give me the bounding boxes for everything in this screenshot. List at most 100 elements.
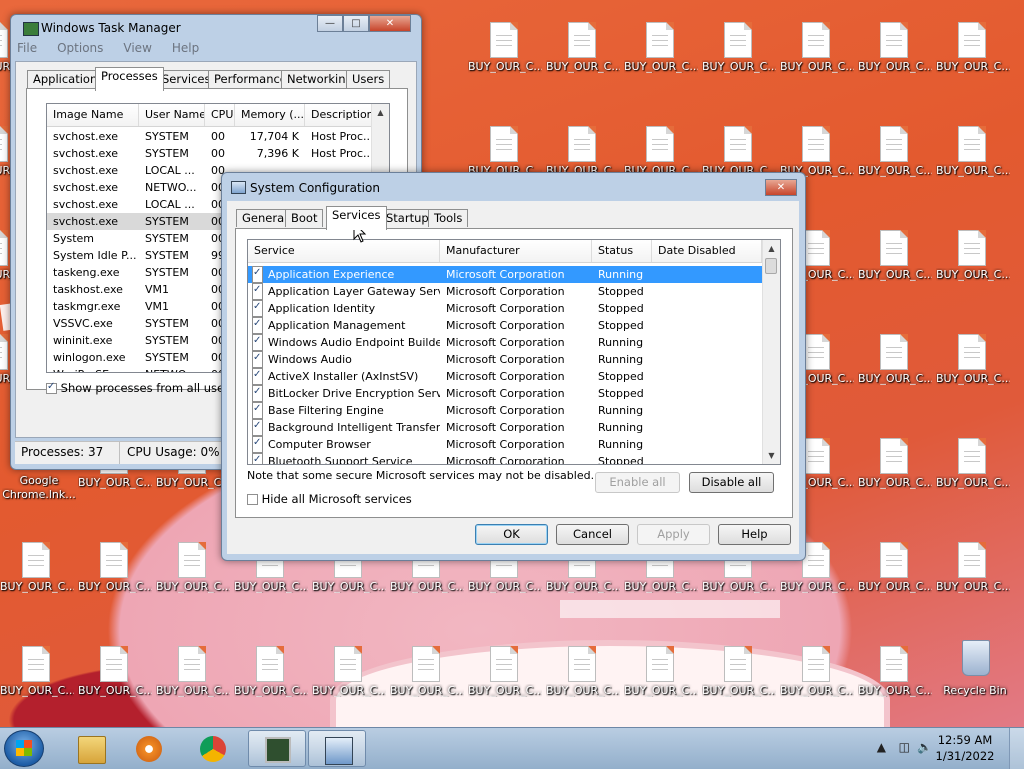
service-checkbox[interactable] (252, 317, 263, 334)
services-list[interactable]: ServiceManufacturerStatusDate Disabled A… (247, 239, 781, 465)
services-list-scrollbar[interactable]: ▲ ▼ (762, 240, 780, 464)
service-row[interactable]: Application Layer Gateway Service Microso… (248, 283, 763, 300)
service-checkbox[interactable] (252, 351, 263, 368)
desktop-file-icon[interactable]: BUY_OUR_C... (936, 114, 1010, 214)
process-row[interactable]: svchost.exe SYSTEM 00 7,396 K Host Proc... (47, 145, 374, 162)
desktop-file-icon[interactable]: BUY_OUR_C... (858, 426, 932, 526)
desktop-file-icon[interactable]: BUY_OUR_C... (546, 634, 620, 727)
desktop-file-icon[interactable]: BUY_OUR_C... (546, 10, 620, 110)
show-all-users-checkbox[interactable] (46, 381, 57, 394)
desktop-file-icon[interactable]: BUY_OUR_C... (858, 322, 932, 422)
desktop-file-icon[interactable]: BUY_OUR_C... (936, 426, 1010, 526)
menu-view[interactable]: View (123, 41, 151, 59)
taskbar-explorer[interactable] (62, 730, 120, 767)
hide-ms-services-option[interactable]: Hide all Microsoft services (247, 492, 412, 506)
taskbar-task-manager[interactable] (248, 730, 306, 767)
hide-ms-services-checkbox[interactable] (247, 494, 258, 505)
service-row[interactable]: Windows Audio Microsoft Corporation Runnin… (248, 351, 763, 368)
service-row[interactable]: Windows Audio Endpoint Builder Microsoft … (248, 334, 763, 351)
desktop-file-icon[interactable]: BUY_OUR_C... (78, 530, 152, 630)
scroll-up-icon[interactable]: ▲ (372, 104, 389, 121)
desktop-file-icon[interactable]: BUY_OUR_C... (624, 10, 698, 110)
taskbar-media-player[interactable] (120, 730, 178, 767)
clock[interactable]: 12:59 AM 1/31/2022 (930, 732, 1000, 764)
desktop-file-icon[interactable]: BUY_OUR_C... (468, 10, 542, 110)
close-button[interactable]: ✕ (369, 15, 411, 32)
show-hidden-icons-icon[interactable]: ▲ (877, 740, 886, 754)
desktop-file-icon[interactable]: BUY_OUR_C... (858, 114, 932, 214)
menu-help[interactable]: Help (172, 41, 199, 59)
service-checkbox[interactable] (252, 419, 263, 436)
tab-boot[interactable]: Boot (285, 209, 324, 227)
desktop-file-icon[interactable]: BUY_OUR_C... (78, 634, 152, 727)
desktop-file-icon[interactable]: BUY_OUR_C... (702, 10, 776, 110)
service-row[interactable]: Background Intelligent Transfer ... Micro… (248, 419, 763, 436)
maximize-button[interactable]: □ (343, 15, 369, 32)
service-checkbox[interactable] (252, 368, 263, 385)
service-checkbox[interactable] (252, 385, 263, 402)
column-header[interactable]: CPU (205, 104, 235, 126)
column-header[interactable]: Manufacturer (440, 240, 592, 262)
service-row[interactable]: ActiveX Installer (AxInstSV) Microsoft Co… (248, 368, 763, 385)
service-row[interactable]: Base Filtering Engine Microsoft Corporati… (248, 402, 763, 419)
service-checkbox[interactable] (252, 334, 263, 351)
service-row[interactable]: Application Experience Microsoft Corporat… (248, 266, 763, 283)
disable-all-button[interactable]: Disable all (689, 472, 774, 493)
taskbar-chrome[interactable] (184, 730, 242, 767)
column-header[interactable]: Service (248, 240, 440, 262)
column-header[interactable]: Description (305, 104, 375, 126)
show-desktop-button[interactable] (1009, 728, 1024, 769)
apply-button[interactable]: Apply (637, 524, 710, 545)
desktop-file-icon[interactable]: BUY_OUR_C... (858, 218, 932, 318)
desktop-file-icon[interactable]: BUY_OUR_C... (936, 218, 1010, 318)
desktop-file-icon[interactable]: BUY_OUR_C... (0, 530, 74, 630)
column-header[interactable]: User Name (139, 104, 205, 126)
tab-users[interactable]: Users (346, 70, 391, 88)
tab-processes[interactable]: Processes (95, 67, 164, 91)
desktop-file-icon[interactable]: BUY_OUR_C... (0, 634, 74, 727)
desktop-file-icon[interactable]: BUY_OUR_C... (702, 634, 776, 727)
minimize-button[interactable]: — (317, 15, 343, 32)
cancel-button[interactable]: Cancel (556, 524, 629, 545)
desktop-file-icon[interactable]: BUY_OUR_C... (858, 530, 932, 630)
desktop-file-icon[interactable]: BUY_OUR_C... (156, 634, 230, 727)
service-checkbox[interactable] (252, 436, 263, 453)
recycle-bin[interactable]: Recycle Bin (938, 634, 1012, 727)
desktop-file-icon[interactable]: BUY_OUR_C... (858, 10, 932, 110)
column-header[interactable]: Memory (... (235, 104, 305, 126)
desktop-file-icon[interactable]: BUY_OUR_C... (780, 10, 854, 110)
tab-startup[interactable]: Startup (380, 209, 435, 227)
desktop-file-icon[interactable]: BUY_OUR_C... (624, 634, 698, 727)
show-all-users-option[interactable]: Show processes from all users (46, 381, 235, 395)
column-header[interactable]: Image Name (47, 104, 139, 126)
scroll-down-icon[interactable]: ▼ (763, 447, 780, 464)
column-header[interactable]: Status (592, 240, 652, 262)
service-row[interactable]: Application Management Microsoft Corporat… (248, 317, 763, 334)
close-button[interactable]: ✕ (765, 179, 797, 196)
enable-all-button[interactable]: Enable all (595, 472, 680, 493)
service-checkbox[interactable] (252, 453, 263, 464)
service-row[interactable]: Computer Browser Microsoft Corporation Run… (248, 436, 763, 453)
menu-options[interactable]: Options (57, 41, 103, 59)
service-checkbox[interactable] (252, 402, 263, 419)
help-button[interactable]: Help (718, 524, 791, 545)
desktop-file-icon[interactable]: BUY_OUR_C... (234, 634, 308, 727)
desktop-file-icon[interactable]: BUY_OUR_C... (858, 634, 932, 727)
process-row[interactable]: svchost.exe SYSTEM 00 17,704 K Host Proc... (47, 128, 374, 145)
desktop-file-icon[interactable]: BUY_OUR_C... (468, 634, 542, 727)
network-icon[interactable]: ◫ (899, 740, 910, 754)
service-checkbox[interactable] (252, 300, 263, 317)
desktop-file-icon[interactable]: BUY_OUR_C... (156, 530, 230, 630)
desktop-file-icon[interactable]: BUY_OUR_C... (936, 322, 1010, 422)
service-checkbox[interactable] (252, 283, 263, 300)
desktop-file-icon[interactable]: BUY_OUR_C... (936, 530, 1010, 630)
desktop-file-icon[interactable]: BUY_OUR_C... (390, 634, 464, 727)
start-button[interactable] (4, 730, 44, 767)
desktop-file-icon[interactable]: BUY_OUR_C... (780, 634, 854, 727)
tab-services[interactable]: Services (326, 206, 387, 230)
menu-file[interactable]: File (17, 41, 37, 59)
taskbar-system-configuration[interactable] (308, 730, 366, 767)
desktop-file-icon[interactable]: BUY_OUR_C... (312, 634, 386, 727)
scroll-up-icon[interactable]: ▲ (763, 240, 780, 257)
scroll-thumb[interactable] (765, 258, 777, 274)
